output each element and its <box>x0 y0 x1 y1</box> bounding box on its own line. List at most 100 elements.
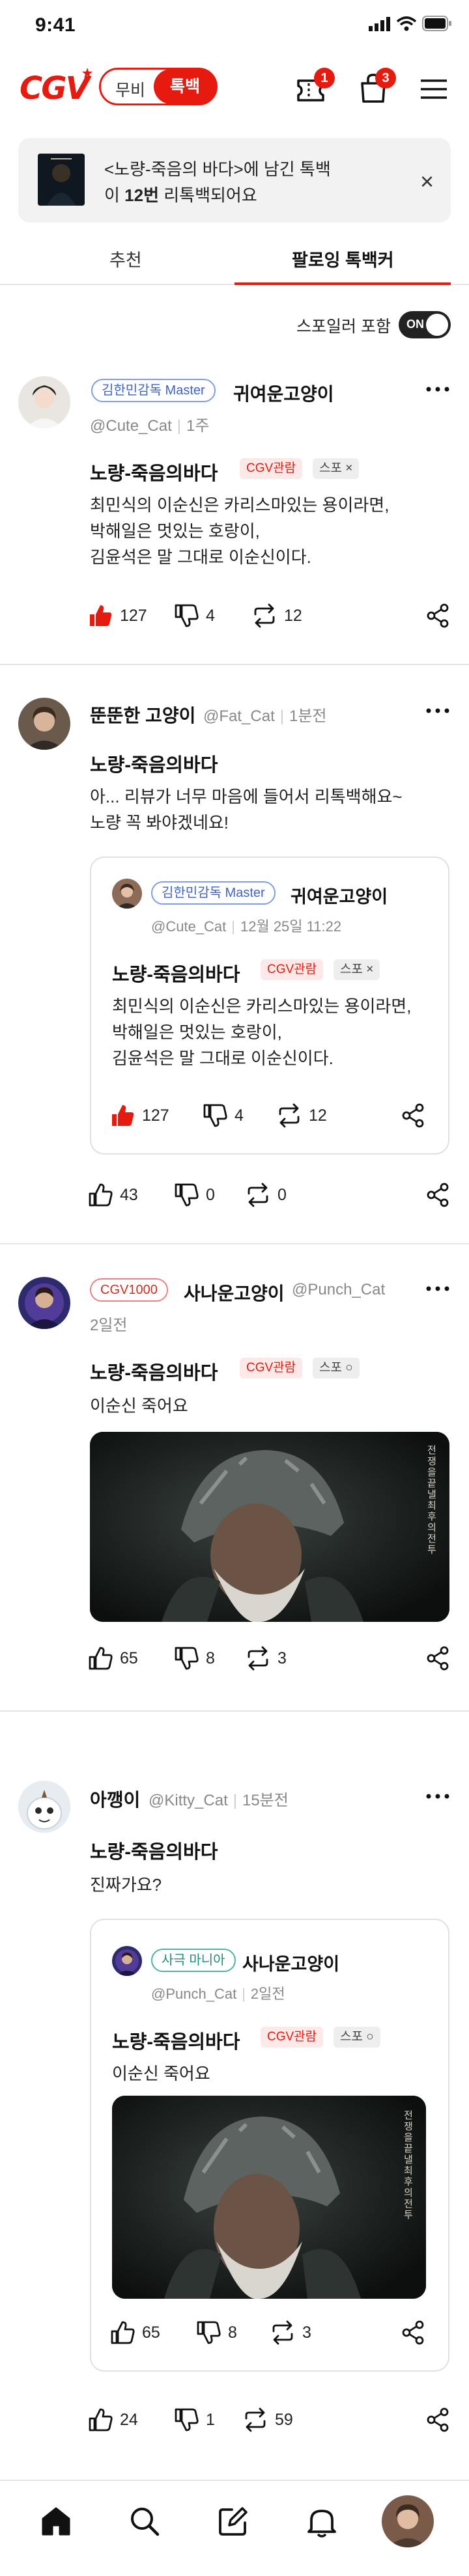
cgv1000-badge: CGV1000 <box>90 1278 168 1302</box>
spoiler-tag: 스포 × <box>313 458 360 479</box>
movie-title: 노량-죽음의바다 <box>112 2032 240 2053</box>
dislike-count: 0 <box>206 1186 215 1204</box>
author-name[interactable]: 귀여운고양이 <box>233 380 334 406</box>
thumb-down-icon <box>175 1647 199 1670</box>
logo-star-icon <box>82 68 92 78</box>
quoted-body-line: 이순신 죽어요 <box>112 2064 210 2083</box>
retalk-icon <box>272 2320 293 2345</box>
ticket-badge: 1 <box>314 68 335 89</box>
like-count: 127 <box>120 607 147 625</box>
dislike-count: 4 <box>206 607 215 625</box>
post-body-line: 박해일은 멋있는 호랑이, <box>90 521 260 541</box>
bottom-navigation <box>0 2480 469 2576</box>
share-icon[interactable] <box>400 2320 426 2346</box>
status-time: 9:41 <box>35 14 76 36</box>
master-badge: 김한민감독 Master <box>91 379 216 402</box>
toggle-movie[interactable]: 무비 <box>115 77 145 101</box>
bell-icon[interactable] <box>304 2503 340 2540</box>
more-options-icon[interactable] <box>425 704 451 717</box>
banner-close-button[interactable]: × <box>420 168 434 195</box>
thumb-down-icon <box>175 1183 199 1207</box>
cgv-logo[interactable]: CGV <box>20 70 90 107</box>
movie-title[interactable]: 노량-죽음의바다 <box>90 1358 218 1385</box>
thumb-down-icon <box>175 2408 199 2432</box>
avatar[interactable] <box>18 376 70 428</box>
share-icon[interactable] <box>425 1182 451 1208</box>
still-caption: 전쟁을 끝낼 최후의 전투 <box>427 1444 436 1555</box>
more-options-icon[interactable] <box>425 1282 451 1295</box>
author-handle: @Cute_Cat | 1주 <box>90 417 210 435</box>
movie-still-image[interactable]: 전쟁을 끝낼 최후의 전투 <box>90 1432 449 1622</box>
share-icon[interactable] <box>425 1645 451 1671</box>
profile-avatar[interactable] <box>382 2495 434 2547</box>
quoted-body-line: 박해일은 멋있는 호랑이, <box>112 1022 282 1042</box>
retalk-count: 12 <box>284 607 302 625</box>
post-time: 2일전 <box>90 1317 128 1334</box>
author-handle: @Fat_Cat | 1분전 <box>203 707 327 725</box>
cart-button[interactable]: 3 <box>356 68 396 107</box>
thumb-down-icon <box>197 2321 221 2344</box>
menu-icon <box>421 79 447 99</box>
retalk-icon <box>279 1103 300 1128</box>
movie-title[interactable]: 노량-죽음의바다 <box>90 1837 218 1864</box>
still-caption: 전쟁을 끝낼 최후의 전투 <box>404 2109 413 2221</box>
spoiler-toggle[interactable]: ON <box>399 311 451 338</box>
retalk-count: 0 <box>277 1186 287 1204</box>
avatar <box>112 879 142 909</box>
retalk-icon <box>254 603 275 628</box>
retalk-count: 59 <box>275 2411 293 2429</box>
post-body-line: 아... 리뷰가 너무 마음에 들어서 리톡백해요~ <box>90 787 403 806</box>
spoiler-tag: 스포 ○ <box>313 1358 360 1378</box>
post-body-line: 최민식의 이순신은 카리스마있는 용이라면, <box>90 495 390 515</box>
thumb-up-icon <box>111 2321 135 2344</box>
more-options-icon[interactable] <box>425 1790 451 1803</box>
quoted-author-name: 귀여운고양이 <box>291 887 388 907</box>
search-icon[interactable] <box>126 2503 163 2540</box>
spoiler-tag: 스포 × <box>334 959 380 980</box>
post-body-line: 진짜가요? <box>90 1875 162 1895</box>
spoiler-label: 스포일러 포함 <box>296 318 391 336</box>
thumb-down-icon <box>203 1104 227 1127</box>
author-name[interactable]: 사나운고양이 <box>184 1280 285 1306</box>
tab-recommended[interactable]: 추천 <box>109 246 142 271</box>
active-tab-indicator <box>234 282 451 285</box>
author-name[interactable]: 뚠뚠한 고양이 <box>90 702 195 728</box>
share-icon[interactable] <box>425 2407 451 2433</box>
dislike-count: 1 <box>206 2411 215 2429</box>
share-icon[interactable] <box>400 1103 426 1129</box>
avatar[interactable] <box>18 1781 70 1833</box>
author-handle: @Punch_Cat <box>292 1281 386 1298</box>
avatar <box>112 1946 142 1976</box>
genre-fan-badge: 사극 마니아 <box>151 1949 236 1972</box>
retalk-icon <box>248 1646 268 1671</box>
more-options-icon[interactable] <box>425 383 451 396</box>
tab-following[interactable]: 팔로잉 톡백커 <box>292 246 394 271</box>
movie-title[interactable]: 노량-죽음의바다 <box>90 750 218 777</box>
post-divider <box>0 1243 469 1244</box>
toggle-knob <box>426 314 448 336</box>
movie-talkback-toggle[interactable]: 무비 톡백 <box>99 68 218 105</box>
wifi-icon <box>396 16 417 31</box>
share-icon[interactable] <box>425 603 451 629</box>
avatar[interactable] <box>18 1277 70 1329</box>
retalk-notice-banner[interactable]: <노량-죽음의 바다>에 남긴 톡백 이 12번 리톡백되어요 × <box>18 138 451 223</box>
master-badge: 김한민감독 Master <box>151 881 276 905</box>
thumb-up-icon <box>89 1647 113 1670</box>
signal-icon <box>369 17 390 31</box>
write-icon[interactable] <box>215 2503 251 2540</box>
like-count: 65 <box>120 1649 138 1667</box>
movie-title[interactable]: 노량-죽음의바다 <box>90 458 218 486</box>
home-icon[interactable] <box>38 2503 74 2540</box>
retalk-icon <box>245 2407 266 2432</box>
menu-button[interactable] <box>416 70 452 107</box>
status-bar: 9:41 <box>0 0 469 39</box>
toggle-talkback[interactable]: 톡백 <box>154 69 216 104</box>
cgv-watched-tag: CGV관람 <box>261 2027 324 2048</box>
quoted-body-line: 최민식의 이순신은 카리스마있는 용이라면, <box>112 996 412 1016</box>
avatar[interactable] <box>18 698 70 750</box>
post-body-line: 김윤석은 말 그대로 이순신이다. <box>90 547 311 567</box>
author-name[interactable]: 아깽이 <box>90 1786 140 1812</box>
cgv-watched-tag: CGV관람 <box>240 1358 303 1378</box>
cart-badge: 3 <box>375 68 396 89</box>
ticket-button[interactable]: 1 <box>293 68 335 107</box>
